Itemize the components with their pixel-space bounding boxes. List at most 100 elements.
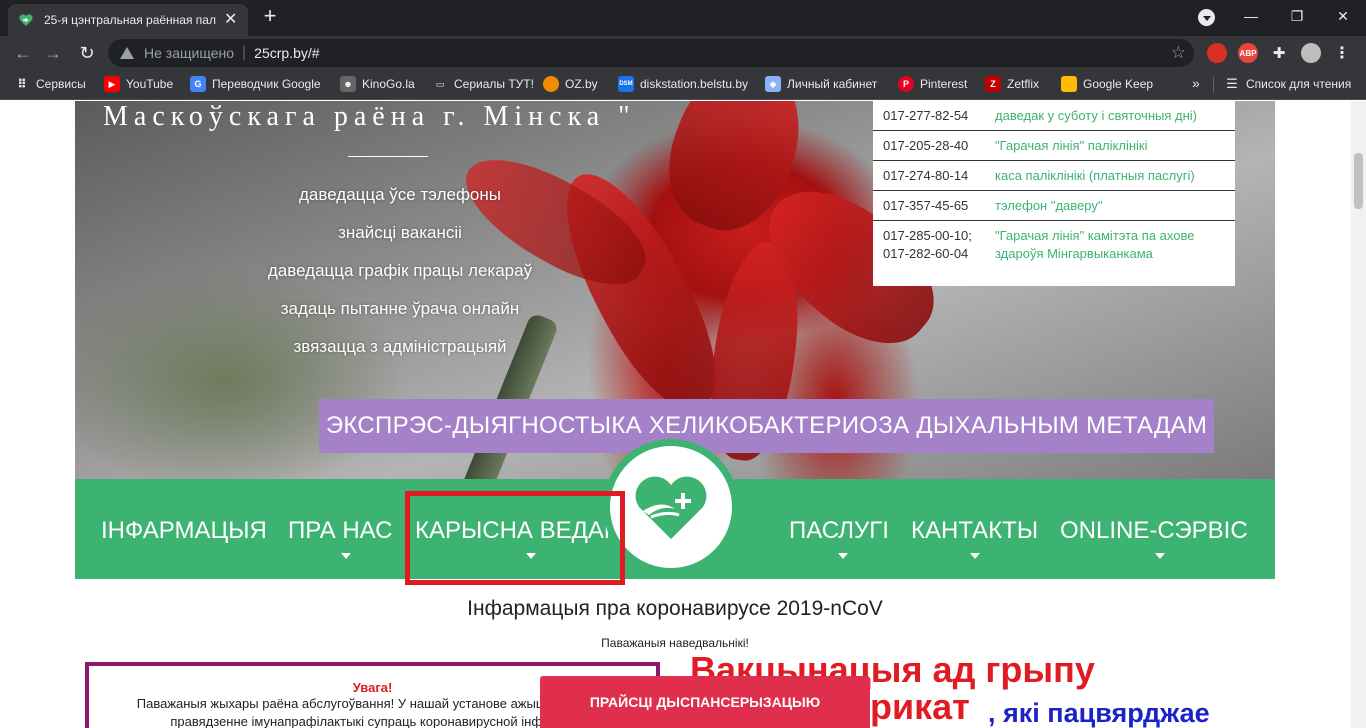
restore-button[interactable]: ❐	[1274, 0, 1320, 32]
minimize-button[interactable]: —	[1228, 0, 1274, 32]
tab-bar: 25-я цэнтральная раённая палі ✕ + — ❐ ✕	[0, 0, 1366, 36]
profile-avatar[interactable]	[1301, 43, 1321, 63]
nav-contacts[interactable]: КАНТАКТЫ	[911, 517, 1038, 545]
reading-list-icon: ☰	[1226, 76, 1238, 91]
back-arrow-icon[interactable]: ←	[10, 40, 36, 66]
chevron-down-icon[interactable]	[1155, 553, 1165, 559]
phone-description: тэлефон "даверу"	[995, 197, 1103, 213]
bookmark-oz[interactable]: OZ.by	[543, 76, 598, 92]
page-scrollbar[interactable]	[1351, 101, 1366, 728]
phone-directory: 017-277-82-54 даведак у суботу і святочн…	[873, 101, 1235, 286]
quick-link-vacancies[interactable]: знайсці вакансіі	[75, 221, 725, 259]
page-viewport: Маскоўскага раёна г. Мінска " даведацца …	[0, 101, 1366, 728]
browser-tab[interactable]: 25-я цэнтральная раённая палі ✕	[8, 4, 248, 36]
bookmarks-overflow-icon[interactable]: »	[1192, 75, 1200, 91]
annotation-highlight-box	[405, 491, 625, 585]
bookmark-label: Личный кабинет	[787, 77, 878, 91]
nav-online-service[interactable]: ONLINE-СЭРВІС	[1060, 517, 1248, 545]
address-bar[interactable]: Не защищено | 25crp.by/# ☆	[108, 39, 1194, 67]
hero-quick-links: даведацца ўсе тэлефоны знайсці вакансіі …	[75, 183, 725, 373]
bookmark-diskstation[interactable]: DSM diskstation.belstu.by	[618, 76, 748, 92]
new-tab-button[interactable]: +	[258, 5, 282, 29]
bookmark-label: Zetflix	[1007, 77, 1040, 91]
browser-toolbar: ← → ↻ Не защищено | 25crp.by/# ☆ ABP ✚ ⋮	[0, 36, 1366, 69]
main-navigation: ІНФАРМАЦЫЯ ПРА НАС КАРЫСНА ВЕДАЦЬ ПАСЛУГ…	[75, 439, 1275, 579]
bookmark-label: Pinterest	[920, 77, 968, 91]
scrollbar-thumb[interactable]	[1354, 153, 1363, 209]
phone-row: 017-285-00-10; 017-282-60-04 "Гарачая лі…	[873, 221, 1235, 263]
target-extension-icon[interactable]	[1207, 43, 1227, 63]
hero-title: Маскоўскага раёна г. Мінска "	[103, 101, 636, 132]
bookmark-label: diskstation.belstu.by	[640, 77, 749, 91]
bookmark-kinogo[interactable]: ☻ KinoGo.la	[340, 76, 415, 92]
phone-number[interactable]: 017-277-82-54	[873, 107, 995, 125]
bookmark-google-translate[interactable]: G Переводчик Google	[190, 76, 321, 92]
quick-link-schedule[interactable]: даведацца графік працы лекараў	[75, 259, 725, 297]
bookmark-zetflix[interactable]: Z Zetflix	[985, 76, 1039, 92]
nav-about[interactable]: ПРА НАС	[288, 517, 392, 545]
tab-close-icon[interactable]: ✕	[224, 12, 237, 28]
phone-description: каса паліклінікі (платныя паслугі)	[995, 167, 1195, 183]
quick-link-ask-doctor[interactable]: задаць пытанне ўрача онлайн	[75, 297, 725, 335]
nav-services[interactable]: ПАСЛУГІ	[789, 517, 889, 545]
hero-section: Маскоўскага раёна г. Мінска " даведацца …	[75, 101, 1275, 479]
oz-icon	[543, 76, 559, 92]
reading-list-button[interactable]: ☰ Список для чтения	[1224, 76, 1351, 92]
bookmark-star-icon[interactable]: ☆	[1171, 43, 1186, 63]
bookmark-label: OZ.by	[565, 77, 598, 91]
bookmark-google-keep[interactable]: Google Keep	[1061, 76, 1153, 92]
adblock-extension-icon[interactable]: ABP	[1238, 43, 1258, 63]
phone-description: "Гарачая лінія" паліклінікі	[995, 137, 1148, 153]
phone-number[interactable]: 017-205-28-40	[873, 137, 995, 155]
quick-link-contact-admin[interactable]: звязацца з адміністрацыяй	[75, 335, 725, 373]
google-keep-icon	[1061, 76, 1077, 92]
vaccination-subheading: , які пацвярджае	[988, 698, 1210, 728]
close-window-button[interactable]: ✕	[1320, 0, 1366, 32]
security-label[interactable]: Не защищено	[144, 45, 234, 61]
hero-divider	[348, 156, 428, 157]
vaccination-heading-2: рикат	[870, 686, 970, 727]
extensions-puzzle-icon[interactable]: ✚	[1269, 43, 1289, 63]
chevron-down-icon[interactable]	[970, 553, 980, 559]
youtube-icon: ▶	[104, 76, 120, 92]
nav-information[interactable]: ІНФАРМАЦЫЯ	[101, 517, 267, 545]
address-separator: |	[242, 44, 247, 61]
phone-description: "Гарачая лінія" камітэта па ахове здароў…	[995, 228, 1195, 261]
bookmark-youtube[interactable]: ▶ YouTube	[104, 76, 173, 92]
bookmark-label: KinoGo.la	[362, 77, 415, 91]
quick-link-phones[interactable]: даведацца ўсе тэлефоны	[75, 183, 725, 221]
dispensary-cta-button[interactable]: ПРАЙСЦІ ДЫСПАНСЕРЫЗАЦЫЮ	[540, 676, 870, 728]
bookmark-cabinet[interactable]: ◆ Личный кабинет	[765, 76, 877, 92]
google-translate-icon: G	[190, 76, 206, 92]
chevron-down-icon[interactable]	[341, 553, 351, 559]
heart-logo-icon	[635, 476, 707, 539]
forward-arrow-icon[interactable]: →	[40, 40, 66, 66]
covid-info-subtitle: Паважаныя наведвальнікі!	[601, 636, 749, 650]
covid-info-title[interactable]: Інфармацыя пра коронавирусе 2019-nCoV	[0, 597, 1350, 621]
tab-search-icon[interactable]	[1198, 9, 1215, 26]
kinogo-icon: ☻	[340, 76, 356, 92]
phone-row: 017-274-80-14 каса паліклінікі (платныя …	[873, 161, 1235, 191]
bookmark-serialy[interactable]: ▭ Сериалы ТУТ!	[432, 76, 534, 92]
pinterest-icon: P	[898, 76, 914, 92]
express-diagnostics-banner[interactable]: ЭКСПРЭС-ДЫЯГНОСТЫКА ХЕЛИКОБАКТЕРИОЗА ДЫХ…	[319, 399, 1214, 453]
bookmark-label: Сервисы	[36, 77, 86, 91]
menu-kebab-icon[interactable]: ⋮	[1332, 43, 1352, 63]
chevron-down-icon[interactable]	[838, 553, 848, 559]
bookmark-label: Google Keep	[1083, 77, 1154, 91]
apps-grid-icon: ⠿	[17, 77, 27, 91]
bookmark-services[interactable]: ⠿ Сервисы	[14, 76, 86, 92]
phone-number[interactable]: 017-285-00-10; 017-282-60-04	[873, 227, 995, 263]
heart-logo-icon	[19, 14, 33, 26]
reload-icon[interactable]: ↻	[74, 40, 100, 66]
address-url[interactable]: 25crp.by/#	[254, 45, 319, 61]
phone-description: даведак у суботу і святочныя дні)	[995, 107, 1197, 123]
bookmarks-bar: ⠿ Сервисы ▶ YouTube G Переводчик Google …	[0, 69, 1366, 100]
bookmark-pinterest[interactable]: P Pinterest	[898, 76, 967, 92]
tv-icon: ▭	[435, 78, 445, 89]
bookmark-label: Переводчик Google	[212, 77, 321, 91]
phone-number[interactable]: 017-274-80-14	[873, 167, 995, 185]
bookmark-label: YouTube	[126, 77, 174, 91]
phone-number[interactable]: 017-357-45-65	[873, 197, 995, 215]
dsm-icon: DSM	[618, 76, 634, 92]
